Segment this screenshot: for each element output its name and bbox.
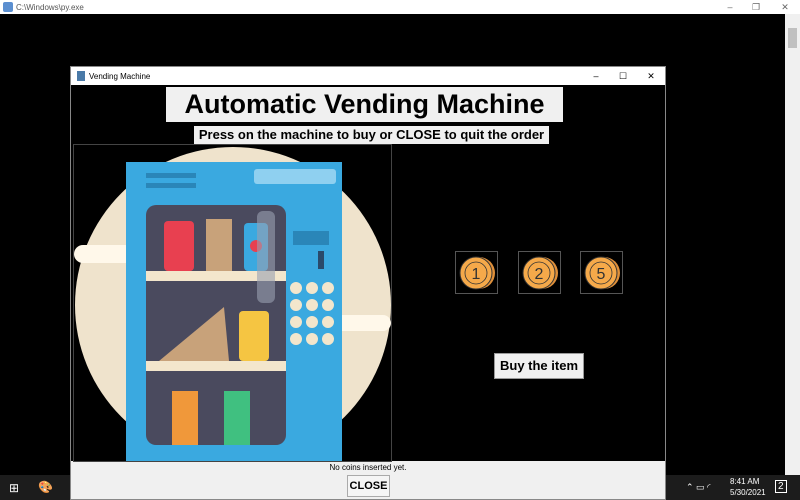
coin-2-label: 2: [535, 266, 544, 283]
scrollbar-thumb[interactable]: [788, 28, 797, 48]
coin-2-button[interactable]: 2: [518, 251, 561, 294]
coin-icon: 2: [522, 256, 558, 290]
window-title-bar[interactable]: Vending Machine – ☐ ✕: [71, 67, 665, 85]
console-scrollbar[interactable]: [785, 14, 800, 475]
vending-machine-window: Vending Machine – ☐ ✕ Automatic Vending …: [70, 66, 666, 500]
window-minimize-button[interactable]: –: [586, 69, 606, 83]
python-icon: [3, 2, 13, 12]
app-icon: [77, 71, 85, 81]
window-close-button[interactable]: ✕: [641, 69, 661, 83]
paint-app-icon[interactable]: 🎨: [38, 480, 53, 494]
coin-5-button[interactable]: 5: [580, 251, 623, 294]
subtitle: Press on the machine to buy or CLOSE to …: [194, 126, 549, 144]
clock-date[interactable]: 5/30/2021: [730, 488, 766, 497]
restore-button[interactable]: ❐: [746, 0, 766, 14]
minimize-button[interactable]: –: [720, 0, 740, 14]
notifications-icon[interactable]: 2: [775, 480, 787, 493]
tray-icons[interactable]: ⌃ ▭ ◜: [686, 482, 711, 493]
windows-start-icon[interactable]: ⊞: [9, 481, 19, 495]
coin-1-label: 1: [472, 266, 481, 283]
console-title-bar: C:\Windows\py.exe – ❐ ✕: [0, 0, 800, 14]
coin-icon: 5: [584, 256, 620, 290]
coin-5-label: 5: [597, 266, 606, 283]
close-button[interactable]: CLOSE: [347, 475, 390, 497]
vending-machine-illustration: [74, 147, 391, 463]
clock-time[interactable]: 8:41 AM: [730, 477, 759, 486]
coin-1-button[interactable]: 1: [455, 251, 498, 294]
console-title: C:\Windows\py.exe: [16, 2, 84, 12]
content-area: Automatic Vending Machine Press on the m…: [71, 85, 665, 463]
notification-count: 2: [778, 481, 784, 492]
buy-item-button[interactable]: Buy the item: [494, 353, 584, 379]
status-text: No coins inserted yet.: [329, 463, 407, 472]
vending-machine-image-button[interactable]: [73, 144, 392, 463]
close-console-button[interactable]: ✕: [775, 0, 795, 14]
window-title: Vending Machine: [89, 71, 151, 81]
main-title: Automatic Vending Machine: [166, 87, 563, 122]
coin-icon: 1: [459, 256, 495, 290]
window-maximize-button[interactable]: ☐: [613, 69, 633, 83]
